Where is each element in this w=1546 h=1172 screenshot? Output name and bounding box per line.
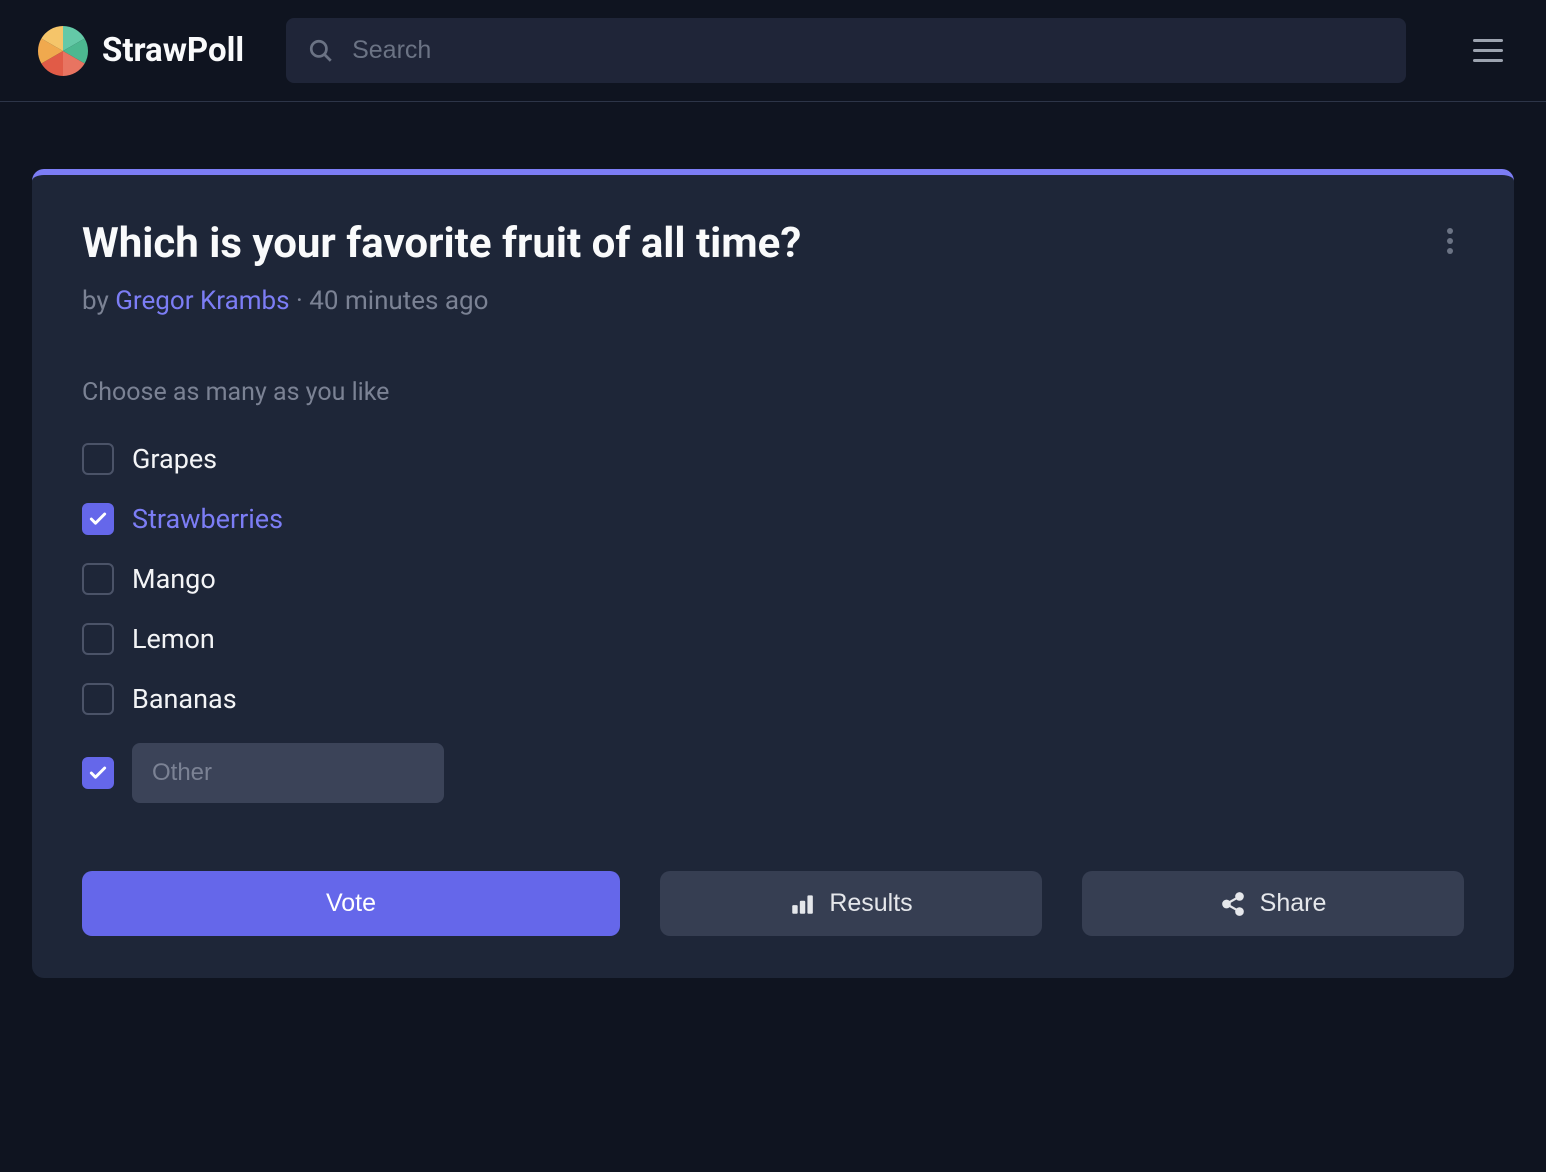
check-icon [88, 763, 108, 783]
vote-button-label: Vote [326, 889, 376, 918]
poll-card: Which is your favorite fruit of all time… [32, 169, 1514, 978]
poll-option[interactable]: Mango [82, 563, 1464, 595]
poll-option[interactable]: Lemon [82, 623, 1464, 655]
main-content: Which is your favorite fruit of all time… [0, 102, 1546, 1018]
checkbox[interactable] [82, 563, 114, 595]
option-label: Bananas [132, 683, 237, 715]
option-label: Grapes [132, 443, 217, 475]
poll-author-link[interactable]: Gregor Krambs [115, 286, 289, 316]
poll-instruction: Choose as many as you like [82, 378, 1464, 407]
header: StrawPoll [0, 0, 1546, 102]
results-button[interactable]: Results [660, 871, 1042, 936]
meta-separator: · [290, 286, 310, 316]
logo-section[interactable]: StrawPoll [38, 26, 244, 76]
poll-timestamp: 40 minutes ago [309, 286, 488, 316]
checkbox[interactable] [82, 757, 114, 789]
search-container [286, 18, 1406, 83]
by-prefix: by [82, 286, 115, 316]
poll-title: Which is your favorite fruit of all time… [82, 219, 801, 268]
option-label: Mango [132, 563, 216, 595]
option-label: Lemon [132, 623, 215, 655]
search-input[interactable] [286, 18, 1406, 83]
checkbox[interactable] [82, 443, 114, 475]
option-label: Strawberries [132, 503, 283, 535]
brand-name: StrawPoll [102, 31, 244, 70]
poll-options-list: Grapes Strawberries Mango Lemon [82, 443, 1464, 803]
pie-chart-logo-icon [38, 26, 88, 76]
checkbox[interactable] [82, 503, 114, 535]
other-text-input[interactable] [132, 743, 444, 803]
more-dots-icon [1447, 228, 1453, 234]
check-icon [88, 509, 108, 529]
poll-option[interactable]: Grapes [82, 443, 1464, 475]
results-button-label: Results [829, 889, 912, 918]
more-options-button[interactable] [1436, 223, 1464, 259]
share-button-label: Share [1260, 889, 1327, 918]
poll-option[interactable]: Bananas [82, 683, 1464, 715]
share-button[interactable]: Share [1082, 871, 1464, 936]
poll-option-other[interactable] [82, 743, 1464, 803]
checkbox[interactable] [82, 683, 114, 715]
hamburger-menu-button[interactable] [1468, 31, 1508, 71]
search-icon [308, 38, 334, 64]
hamburger-icon [1473, 39, 1503, 62]
action-buttons: Vote Results [82, 871, 1464, 936]
bar-chart-icon [789, 891, 815, 917]
poll-header: Which is your favorite fruit of all time… [82, 219, 1464, 316]
checkbox[interactable] [82, 623, 114, 655]
poll-meta: by Gregor Krambs · 40 minutes ago [82, 286, 801, 316]
share-icon [1220, 891, 1246, 917]
vote-button[interactable]: Vote [82, 871, 620, 936]
poll-option[interactable]: Strawberries [82, 503, 1464, 535]
